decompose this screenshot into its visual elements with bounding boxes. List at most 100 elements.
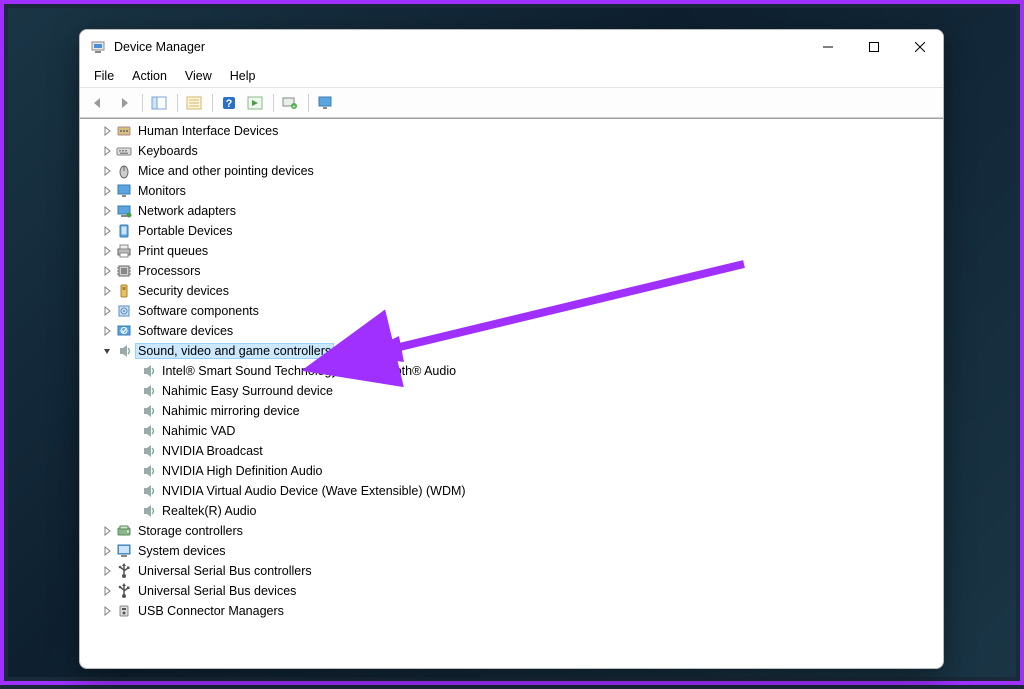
- tree-category[interactable]: Processors: [80, 261, 943, 281]
- expander-spacer: [124, 464, 138, 478]
- properties-button[interactable]: [182, 92, 206, 114]
- expander-icon[interactable]: [100, 584, 114, 598]
- device-tree[interactable]: Human Interface Devices Keyboards Mice and…: [80, 118, 943, 668]
- expander-spacer: [124, 404, 138, 418]
- expander-icon[interactable]: [100, 304, 114, 318]
- tree-device[interactable]: Nahimic Easy Surround device: [80, 381, 943, 401]
- tree-category[interactable]: System devices: [80, 541, 943, 561]
- expander-spacer: [124, 444, 138, 458]
- tree-label: Portable Devices: [136, 224, 235, 238]
- expander-icon[interactable]: [100, 324, 114, 338]
- expander-icon[interactable]: [100, 264, 114, 278]
- sound-icon: [140, 403, 156, 419]
- portable-icon: [116, 223, 132, 239]
- forward-button[interactable]: [112, 92, 136, 114]
- tree-category[interactable]: Storage controllers: [80, 521, 943, 541]
- tree-label: Realtek(R) Audio: [160, 504, 259, 518]
- keyboard-icon: [116, 143, 132, 159]
- tree-category[interactable]: Universal Serial Bus devices: [80, 581, 943, 601]
- expander-icon[interactable]: [100, 564, 114, 578]
- tree-label: NVIDIA Virtual Audio Device (Wave Extens…: [160, 484, 468, 498]
- tree-category[interactable]: Keyboards: [80, 141, 943, 161]
- expander-icon[interactable]: [100, 284, 114, 298]
- sound-icon: [140, 483, 156, 499]
- menubar: File Action View Help: [80, 64, 943, 88]
- tree-device[interactable]: NVIDIA High Definition Audio: [80, 461, 943, 481]
- tree-category[interactable]: Human Interface Devices: [80, 121, 943, 141]
- scan-hardware-button[interactable]: +: [278, 92, 302, 114]
- tree-device[interactable]: Nahimic mirroring device: [80, 401, 943, 421]
- expander-icon[interactable]: [100, 144, 114, 158]
- back-button[interactable]: [86, 92, 110, 114]
- tree-category[interactable]: Software components: [80, 301, 943, 321]
- minimize-button[interactable]: [805, 30, 851, 64]
- expander-icon[interactable]: [100, 244, 114, 258]
- maximize-button[interactable]: [851, 30, 897, 64]
- expander-icon[interactable]: [100, 124, 114, 138]
- tree-device[interactable]: Nahimic VAD: [80, 421, 943, 441]
- tree-label: Security devices: [136, 284, 231, 298]
- monitor-button[interactable]: [313, 92, 337, 114]
- tree-device[interactable]: NVIDIA Virtual Audio Device (Wave Extens…: [80, 481, 943, 501]
- action-button[interactable]: [243, 92, 267, 114]
- tree-device[interactable]: Intel® Smart Sound Technology for Blueto…: [80, 361, 943, 381]
- sound-icon: [140, 363, 156, 379]
- tree-category[interactable]: Mice and other pointing devices: [80, 161, 943, 181]
- sound-icon: [140, 463, 156, 479]
- close-button[interactable]: [897, 30, 943, 64]
- tree-category[interactable]: Software devices: [80, 321, 943, 341]
- tree-category[interactable]: Print queues: [80, 241, 943, 261]
- expander-spacer: [124, 424, 138, 438]
- tree-category[interactable]: Portable Devices: [80, 221, 943, 241]
- window-title: Device Manager: [114, 40, 205, 54]
- tree-label: Software devices: [136, 324, 235, 338]
- tree-category[interactable]: Security devices: [80, 281, 943, 301]
- show-hide-console-button[interactable]: [147, 92, 171, 114]
- swdev-icon: [116, 323, 132, 339]
- tree-label: NVIDIA Broadcast: [160, 444, 265, 458]
- tree-category[interactable]: Universal Serial Bus controllers: [80, 561, 943, 581]
- expander-icon[interactable]: [100, 164, 114, 178]
- tree-device[interactable]: Realtek(R) Audio: [80, 501, 943, 521]
- toolbar-separator: [177, 94, 178, 112]
- tree-category[interactable]: Monitors: [80, 181, 943, 201]
- tree-label: Universal Serial Bus devices: [136, 584, 298, 598]
- menu-action[interactable]: Action: [124, 67, 175, 85]
- expander-icon[interactable]: [100, 544, 114, 558]
- help-button[interactable]: ?: [217, 92, 241, 114]
- menu-file[interactable]: File: [86, 67, 122, 85]
- expander-icon[interactable]: [100, 524, 114, 538]
- mouse-icon: [116, 163, 132, 179]
- usb-icon: [116, 563, 132, 579]
- usbconn-icon: [116, 603, 132, 619]
- tree-label: Intel® Smart Sound Technology for Blueto…: [160, 364, 458, 378]
- tree-label: Monitors: [136, 184, 188, 198]
- window-controls: [805, 30, 943, 64]
- svg-text:?: ?: [226, 98, 233, 110]
- tree-label: Keyboards: [136, 144, 200, 158]
- tree-category[interactable]: Sound, video and game controllers: [80, 341, 943, 361]
- expander-icon[interactable]: [100, 344, 114, 358]
- tree-label: Network adapters: [136, 204, 238, 218]
- network-icon: [116, 203, 132, 219]
- sound-icon: [140, 383, 156, 399]
- printer-icon: [116, 243, 132, 259]
- toolbar-separator: [308, 94, 309, 112]
- expander-icon[interactable]: [100, 224, 114, 238]
- tree-label: Mice and other pointing devices: [136, 164, 316, 178]
- expander-icon[interactable]: [100, 204, 114, 218]
- tree-label: Sound, video and game controllers: [136, 344, 333, 358]
- swcomp-icon: [116, 303, 132, 319]
- menu-help[interactable]: Help: [222, 67, 264, 85]
- tree-label: Software components: [136, 304, 261, 318]
- expander-icon[interactable]: [100, 184, 114, 198]
- tree-category[interactable]: Network adapters: [80, 201, 943, 221]
- tree-category[interactable]: USB Connector Managers: [80, 601, 943, 621]
- menu-view[interactable]: View: [177, 67, 220, 85]
- device-manager-window: Device Manager File Action View Help: [79, 29, 944, 669]
- tree-device[interactable]: NVIDIA Broadcast: [80, 441, 943, 461]
- tree-label: Nahimic Easy Surround device: [160, 384, 335, 398]
- expander-icon[interactable]: [100, 604, 114, 618]
- storage-icon: [116, 523, 132, 539]
- hid-icon: [116, 123, 132, 139]
